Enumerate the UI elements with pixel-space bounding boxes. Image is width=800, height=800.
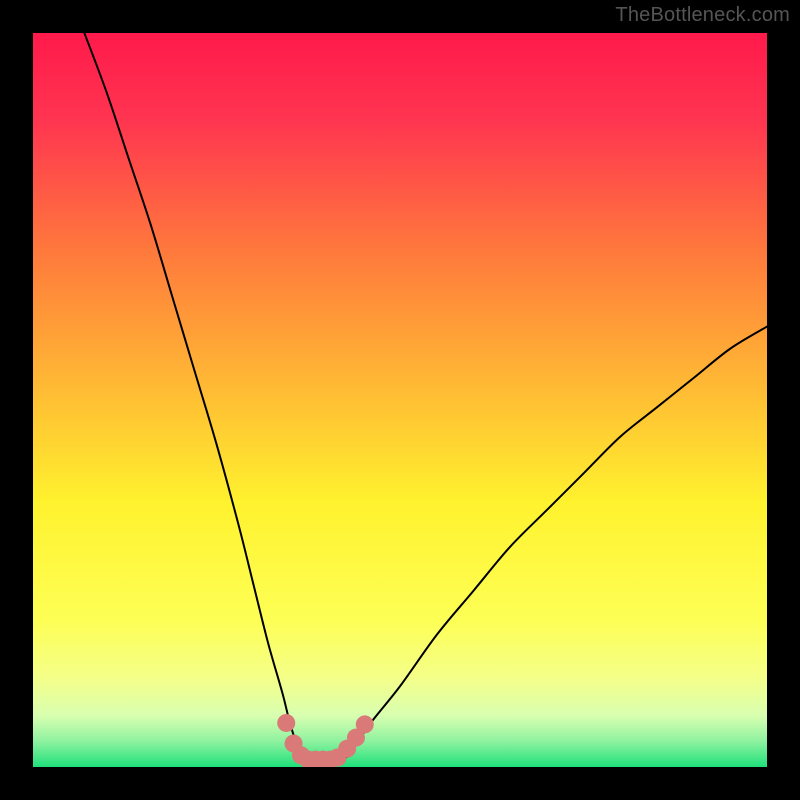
highlight-dot [356, 715, 374, 733]
highlight-dot [277, 714, 295, 732]
chart-svg [33, 33, 767, 767]
watermark-text: TheBottleneck.com [615, 4, 790, 27]
gradient-background [33, 33, 767, 767]
plot-area [33, 33, 767, 767]
chart-frame: TheBottleneck.com [0, 0, 800, 800]
